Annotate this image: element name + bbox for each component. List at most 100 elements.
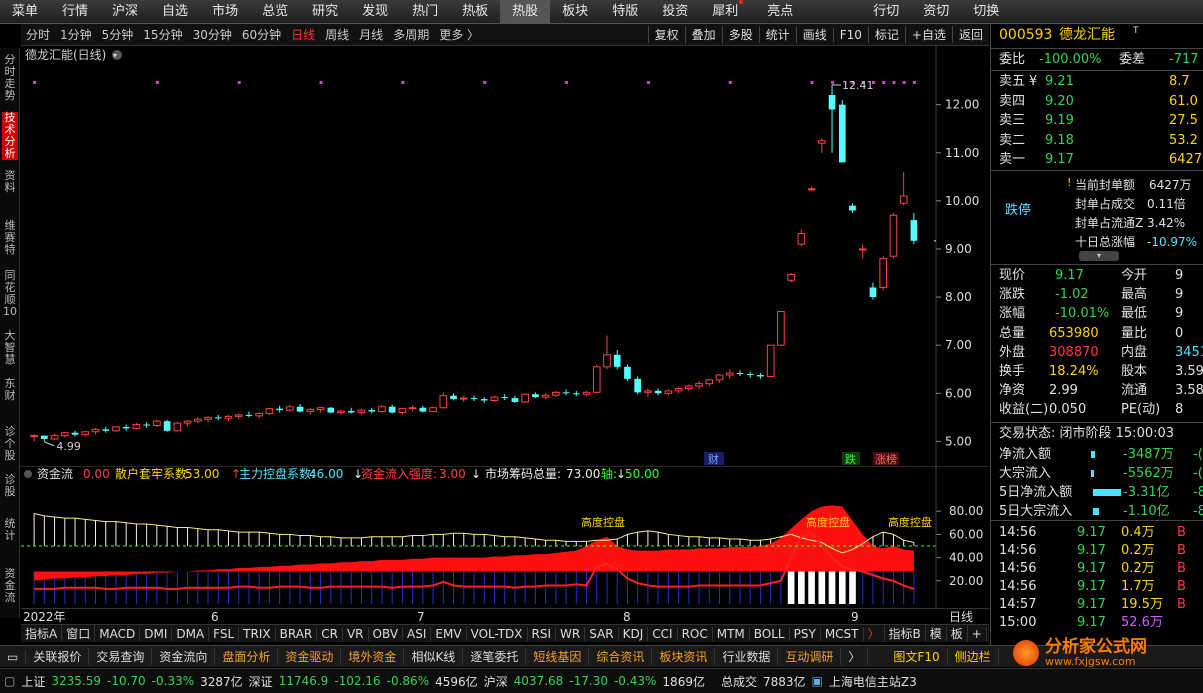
period-tab[interactable]: 分时 xyxy=(21,26,55,43)
candle[interactable] xyxy=(81,430,90,437)
indicator-tab[interactable]: RSI xyxy=(528,626,557,641)
candle[interactable] xyxy=(306,407,315,415)
sidebar-tab[interactable]: 资金流 xyxy=(2,568,18,604)
sidebar-tab[interactable]: 资料 xyxy=(2,170,18,194)
candle[interactable] xyxy=(592,364,601,394)
func-button[interactable]: 短线基因 xyxy=(526,648,590,665)
candle[interactable] xyxy=(429,406,437,413)
candle[interactable] xyxy=(624,364,631,382)
candle[interactable] xyxy=(849,203,856,213)
indicator-tab[interactable]: ROC xyxy=(678,626,713,641)
indicator-menu-icon[interactable] xyxy=(24,470,32,478)
candle[interactable] xyxy=(327,406,335,414)
func-button[interactable]: 图文F10 xyxy=(886,648,948,665)
candle[interactable] xyxy=(388,404,396,414)
func-button[interactable]: 盘面分析 xyxy=(215,648,279,665)
top-menu-item[interactable]: 亮点 xyxy=(755,0,805,24)
candle[interactable] xyxy=(674,387,683,394)
func-button[interactable]: 资金流向 xyxy=(152,648,216,665)
candle[interactable] xyxy=(838,99,846,163)
top-menu-item[interactable]: 资切 xyxy=(911,0,961,24)
func-button[interactable]: 行业数据 xyxy=(715,648,779,665)
candle[interactable] xyxy=(378,405,386,413)
candle[interactable] xyxy=(807,186,816,192)
ask-row[interactable]: 卖四 9.20 61.0 xyxy=(997,92,1203,111)
candle[interactable] xyxy=(296,403,304,413)
toolbar-button[interactable]: 画线 xyxy=(795,26,833,43)
sidebar-tab[interactable]: 大智慧 xyxy=(2,330,18,366)
toolbar-button[interactable]: 复权 xyxy=(647,26,685,43)
candle[interactable] xyxy=(480,397,488,403)
candle[interactable] xyxy=(572,390,580,397)
candle[interactable] xyxy=(419,405,427,413)
candle[interactable] xyxy=(644,388,652,398)
func-menu-icon[interactable]: ▭ xyxy=(0,649,27,664)
candle[interactable] xyxy=(817,138,826,153)
candle[interactable] xyxy=(757,373,764,379)
top-menu-item[interactable]: 切换 xyxy=(961,0,1011,24)
candle[interactable] xyxy=(541,393,550,400)
candle[interactable] xyxy=(122,424,130,431)
indicator-tab[interactable]: KDJ xyxy=(619,626,649,641)
top-menu-item[interactable]: 沪深 xyxy=(100,0,150,24)
candle[interactable] xyxy=(869,282,877,300)
period-tab[interactable]: 1分钟 xyxy=(55,26,97,43)
candle[interactable] xyxy=(654,388,662,396)
period-tab[interactable]: 15分钟 xyxy=(138,26,187,43)
candle[interactable] xyxy=(879,256,888,290)
top-menu-item[interactable]: 行情 xyxy=(50,0,100,24)
collapse-handle[interactable]: ▾ xyxy=(1079,251,1119,261)
candle[interactable] xyxy=(521,393,529,403)
sidebar-tab[interactable]: 诊个股 xyxy=(2,426,18,462)
candle[interactable] xyxy=(173,422,182,432)
candle[interactable] xyxy=(204,416,212,423)
toolbar-button[interactable]: 叠加 xyxy=(684,26,722,43)
func-button[interactable]: 互动调研 xyxy=(778,648,842,665)
indicator-tab[interactable]: PSY xyxy=(790,626,821,641)
fund-flow-indicator-chart[interactable]: 80.00 60.00 40.00 20.00 高度控盘 高度控盘 高度控盘 资金流 0.0… xyxy=(21,466,989,608)
candle[interactable] xyxy=(153,419,161,427)
candle[interactable] xyxy=(102,426,110,433)
candle[interactable] xyxy=(695,381,703,390)
indicator-b-tab[interactable]: + xyxy=(968,626,987,641)
indicator-tab[interactable]: 指标A xyxy=(21,625,63,642)
candle[interactable] xyxy=(501,394,509,401)
func-button[interactable]: 交易查询 xyxy=(89,648,153,665)
top-menu-item[interactable]: 行切 xyxy=(861,0,911,24)
func-button[interactable]: 关联报价 xyxy=(26,648,90,665)
candle[interactable] xyxy=(889,212,898,259)
period-tab[interactable]: 日线 xyxy=(286,26,320,43)
candle[interactable] xyxy=(234,413,243,420)
func-button[interactable]: 综合资讯 xyxy=(589,648,653,665)
candle[interactable] xyxy=(899,172,908,206)
top-menu-item[interactable]: 热板 xyxy=(450,0,500,24)
candle[interactable] xyxy=(132,423,141,430)
indicator-tab[interactable]: VR xyxy=(343,626,369,641)
indicator-b-tab[interactable]: 指标B xyxy=(885,625,926,642)
ask-row[interactable]: 卖三 9.19 27.5 xyxy=(997,111,1203,130)
candle[interactable] xyxy=(347,407,355,414)
candle[interactable] xyxy=(398,407,407,415)
indicator-tab[interactable]: FSL xyxy=(209,626,240,641)
sidebar-tab[interactable]: 维赛特 xyxy=(2,220,18,256)
top-menu-item[interactable]: 研究 xyxy=(300,0,350,24)
sidebar-tab[interactable]: 诊股 xyxy=(2,474,18,498)
indicator-tab[interactable]: BRAR xyxy=(276,626,318,641)
indicator-tab[interactable]: DMI xyxy=(140,626,173,641)
toolbar-button[interactable]: 多股 xyxy=(721,26,759,43)
candle[interactable] xyxy=(214,414,222,421)
candle[interactable] xyxy=(910,212,918,245)
ask-row[interactable]: 卖五 ¥9.21 8.7 xyxy=(997,72,1203,91)
candle[interactable] xyxy=(255,412,263,419)
candle[interactable] xyxy=(470,395,478,401)
period-tab[interactable]: 60分钟 xyxy=(237,26,286,43)
candle[interactable] xyxy=(357,408,366,415)
func-button[interactable]: 境外资金 xyxy=(341,648,405,665)
kline-chart[interactable]: 12.00 11.00 10.00 9.00 8.00 7.00 6.00 5.00 德龙汇能… xyxy=(21,46,989,466)
candle[interactable] xyxy=(143,422,150,428)
candle[interactable] xyxy=(552,390,560,398)
candle[interactable] xyxy=(112,425,120,432)
candle[interactable] xyxy=(664,389,673,396)
indicator-tab[interactable]: DMA xyxy=(172,626,210,641)
top-menu-item[interactable]: 投资 xyxy=(650,0,700,24)
